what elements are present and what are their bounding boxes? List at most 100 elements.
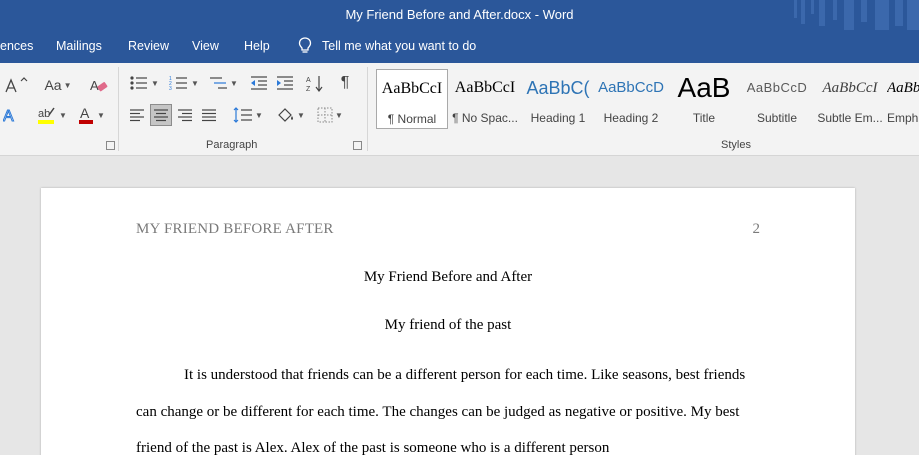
eraser-icon: A	[90, 78, 108, 93]
chevron-down-icon: ▼	[59, 110, 67, 120]
svg-text:ab: ab	[38, 108, 50, 120]
increase-indent-button[interactable]	[273, 72, 297, 94]
chevron-down-icon: ▼	[151, 78, 159, 88]
style-name: ¶ No Spac...	[452, 111, 518, 125]
shrink-font-button[interactable]	[2, 74, 32, 96]
align-center-button[interactable]	[150, 104, 172, 126]
bullet-list-icon	[130, 76, 148, 90]
window-title: My Friend Before and After.docx - Word	[345, 7, 574, 22]
style-emphasis[interactable]: AaBb Emph	[887, 69, 919, 129]
sort-icon: A Z	[306, 76, 323, 92]
pilcrow-icon: ¶	[340, 74, 350, 91]
group-separator	[367, 67, 368, 151]
numbering-button[interactable]: 1 2 3 ▼	[166, 72, 202, 94]
svg-text:A: A	[306, 77, 311, 84]
borders-button[interactable]: ▼	[312, 104, 348, 126]
justify-icon	[202, 109, 216, 122]
chevron-down-icon: ▼	[63, 80, 72, 90]
ribbon-body: Aa ▼ A A ab ▼ A ▼ ▼ 1 2 3 ▼ ▼ A Z ¶ ▼ ▼ …	[0, 63, 919, 156]
ribbon-tabs: ences Mailings Review View Help Tell me …	[0, 30, 919, 63]
paragraph-group-label: Paragraph	[206, 139, 258, 151]
line-spacing-button[interactable]: ▼	[230, 104, 266, 126]
style-sample: AaBbC(	[526, 78, 590, 98]
document-subtitle: My friend of the past	[384, 317, 512, 333]
align-left-button[interactable]	[126, 104, 148, 126]
style-name: Emph	[887, 111, 919, 125]
style-heading-2[interactable]: AaBbCcD Heading 2	[595, 69, 667, 129]
line-spacing-icon	[233, 107, 253, 123]
font-color-swatch	[79, 120, 94, 124]
chevron-down-icon: ▼	[335, 110, 343, 120]
chevron-down-icon: ▼	[255, 110, 263, 120]
increase-indent-icon	[277, 76, 293, 90]
font-dialog-launcher[interactable]	[106, 141, 115, 150]
multilevel-list-button[interactable]: ▼	[205, 72, 241, 94]
tab-references[interactable]: ences	[0, 39, 33, 53]
svg-text:Z: Z	[306, 86, 311, 92]
svg-text:A: A	[3, 108, 14, 124]
font-color-icon: A	[79, 105, 94, 124]
change-case-label: Aa	[44, 77, 62, 93]
body-paragraph: It is understood that friends can be a d…	[136, 367, 746, 455]
document-title: My Friend Before and After	[363, 269, 533, 285]
style-name: Heading 2	[603, 111, 659, 125]
font-color-button[interactable]: A ▼	[74, 104, 108, 126]
sort-button[interactable]: A Z	[304, 72, 326, 94]
tab-mailings[interactable]: Mailings	[56, 39, 102, 53]
tell-me-label: Tell me what you want to do	[322, 38, 477, 53]
style-sample: AaBbCcI	[454, 79, 516, 96]
bullets-button[interactable]: ▼	[126, 72, 162, 94]
document-page[interactable]: MY FRIEND BEFORE AFTER 2 My Friend Befor…	[41, 188, 855, 455]
styles-group-label: Styles	[721, 139, 751, 151]
style-heading-1[interactable]: AaBbC( Heading 1	[522, 69, 594, 129]
shading-button[interactable]: ▼	[272, 104, 308, 126]
style-normal[interactable]: AaBbCcI ¶ Normal	[376, 69, 448, 129]
show-formatting-marks-button[interactable]: ¶	[334, 72, 356, 94]
highlight-color-button[interactable]: ab ▼	[32, 104, 70, 126]
title-bar-pattern	[794, 0, 919, 30]
highlight-color-swatch	[38, 120, 55, 124]
change-case-button[interactable]: Aa ▼	[40, 74, 76, 96]
style-no-spacing[interactable]: AaBbCcI ¶ No Spac...	[449, 69, 521, 129]
running-head: MY FRIEND BEFORE AFTER	[136, 221, 334, 237]
clear-formatting-button[interactable]: A	[86, 74, 112, 96]
tell-me-search[interactable]: Tell me what you want to do	[298, 37, 476, 54]
paint-bucket-icon	[278, 108, 294, 122]
svg-text:3: 3	[169, 86, 172, 91]
align-right-icon	[178, 109, 192, 122]
decrease-indent-button[interactable]	[247, 72, 271, 94]
paragraph-dialog-launcher[interactable]	[353, 141, 362, 150]
styles-gallery: AaBbCcI ¶ Normal AaBbCcI ¶ No Spac... Aa…	[376, 67, 919, 129]
multilevel-list-icon	[210, 77, 228, 89]
svg-text:A: A	[90, 78, 99, 93]
style-name: Title	[692, 111, 716, 125]
shrink-font-icon	[5, 77, 28, 93]
style-name: ¶ Normal	[387, 112, 437, 126]
document-canvas[interactable]: MY FRIEND BEFORE AFTER 2 My Friend Befor…	[0, 156, 919, 455]
tab-help[interactable]: Help	[244, 39, 270, 53]
page-number: 2	[752, 221, 761, 237]
style-sample: AaB	[677, 72, 731, 103]
chevron-down-icon: ▼	[297, 110, 305, 120]
text-effects-icon: A	[3, 108, 15, 125]
style-subtitle[interactable]: AaBbCcD Subtitle	[741, 69, 813, 129]
style-sample: AaBbCcD	[746, 80, 808, 95]
text-effects-button[interactable]: A	[0, 104, 20, 126]
style-sample: AaBbCcD	[598, 79, 664, 96]
style-name: Subtle Em...	[817, 111, 883, 125]
svg-text:A: A	[80, 105, 90, 121]
lightbulb-icon	[298, 37, 312, 53]
tab-review[interactable]: Review	[128, 39, 169, 53]
align-right-button[interactable]	[174, 104, 196, 126]
style-subtle-emphasis[interactable]: AaBbCcI Subtle Em...	[814, 69, 886, 129]
title-bar: My Friend Before and After.docx - Word	[0, 0, 919, 30]
justify-button[interactable]	[198, 104, 220, 126]
chevron-down-icon: ▼	[230, 78, 238, 88]
style-sample: AaBb	[887, 80, 919, 96]
highlighter-icon: ab	[38, 107, 55, 124]
align-center-icon	[154, 109, 168, 122]
group-separator	[118, 67, 119, 151]
style-title[interactable]: AaB Title	[668, 69, 740, 129]
numbered-list-icon: 1 2 3	[169, 76, 188, 91]
tab-view[interactable]: View	[192, 39, 219, 53]
